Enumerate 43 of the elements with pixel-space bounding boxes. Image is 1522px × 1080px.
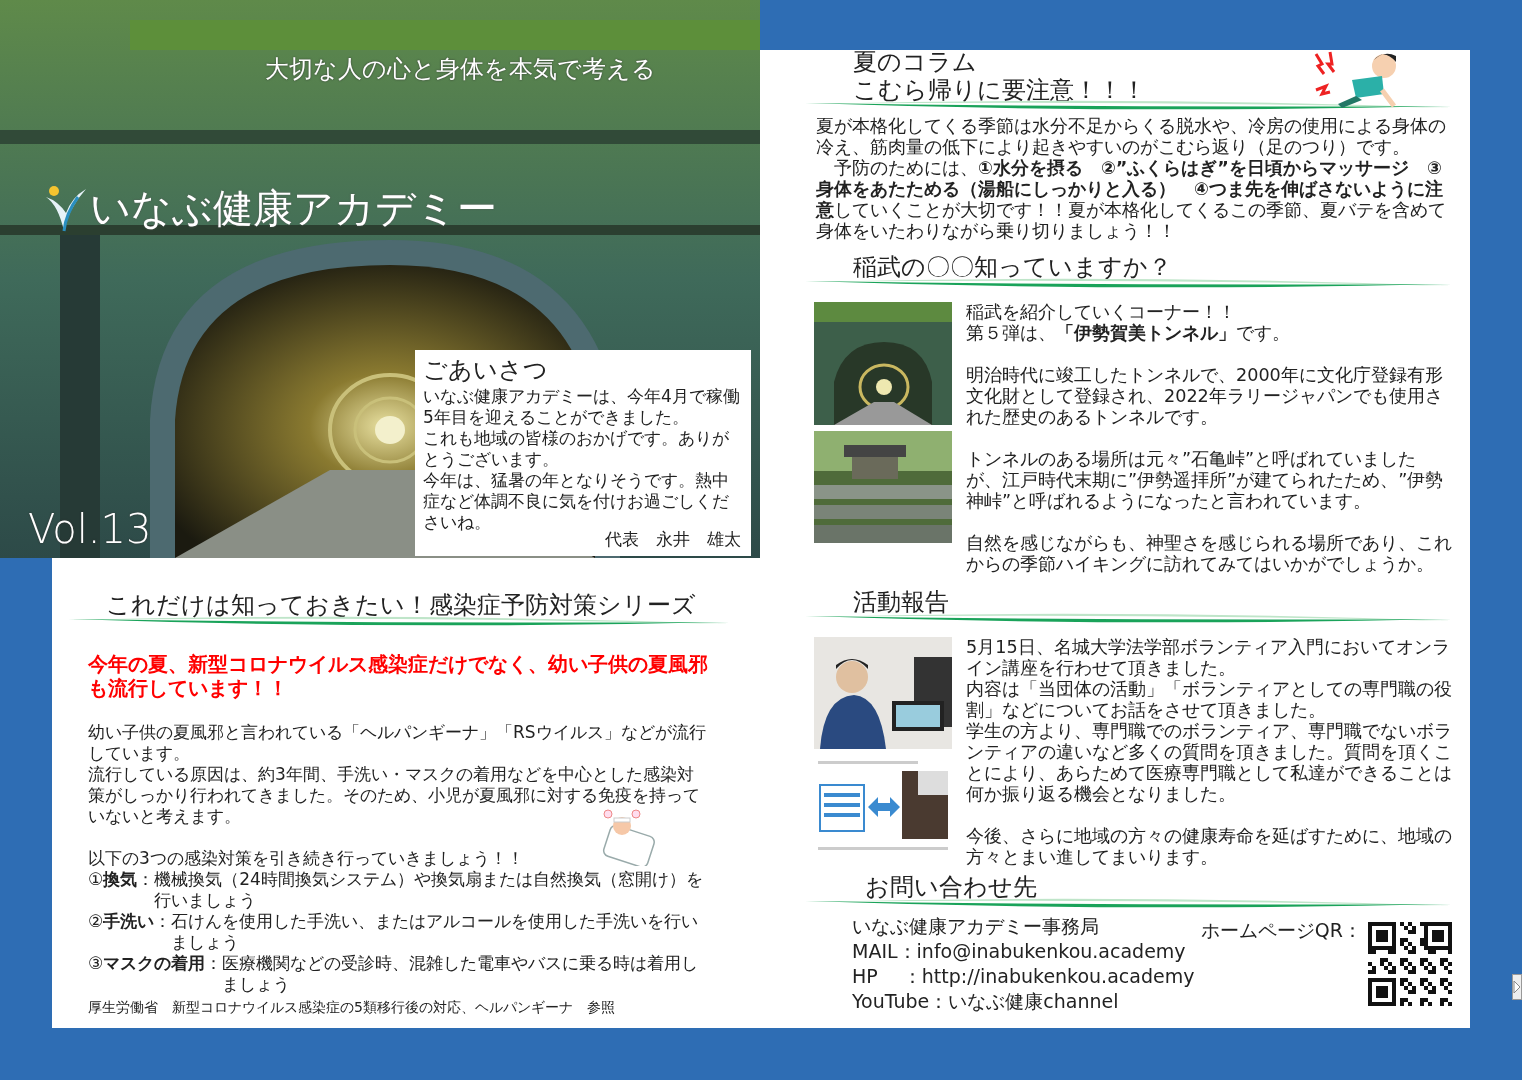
measure-text: 機械換気（24時間換気システム）や換気扇または自然換気（窓開け）を行いましょう [154,869,704,911]
measure-text: 石けんを使用した手洗い、またはアルコールを使用した手洗いを行いましょう [171,911,700,953]
body-text: 明治時代に竣工したトンネルで、2000年に文化庁登録有形文化財として登録され、2022年ラリージャパンでも使用された歴史のあるトンネルです。 [966,365,1444,428]
qr-label: ホームページQR： [1199,918,1362,943]
body-text: 以下の3つの感染対策を引き続き行っていきましょう！！ [87,848,525,869]
column-text: 予防のためには、①水分を摂る ②”ふくらはぎ”を日頃からマッサージ ③身体をあたためる（湯船にしっかりと入る） ④つま先を伸ばさないように注意していくことが大切です！！夏が本格化してくるこの季節、夏バテを含めて身体をいたわりながら乗り切りましょう！！ [814,158,1447,242]
contact-line: いなぶ健康アカデミー事務局 [852,914,1100,939]
volume-number: Vol.13 [28,505,152,553]
section-heading: 活動報告 [852,587,950,617]
body-text: 5月15日、名城大学法学部ボランティア入門においてオンライン講座を行わせて頂きました。 [966,637,1451,679]
body-text: 流行している原因は、約3年間、手洗い・マスクの着用などを中心とした感染対策がしっかり行われてきました。そのため、小児が夏風邪に対する免疫を持っていないと考えます。 [87,764,701,827]
greeting-text: これも地域の皆様のおかげです。ありがとうございます。 [423,428,730,470]
body-text: トンネルのある場所は元々”石亀峠”と呼ばれていましたが、江戸時代末期に”伊勢遥拝所”が建てられたため、”伊勢神峠”と呼ばれるようになったと言われています。 [966,449,1445,512]
triangle-icon [1513,980,1521,994]
body-text: 幼い子供の夏風邪と言われている「ヘルパンギーナ」「RSウイルス」などが流行しています。 [87,722,707,764]
source-note: 厚生労働省 新型コロナウイルス感染症の5類移行後の対応、ヘルパンギーナ 参照 [87,998,616,1017]
contact-line: HP ：http://inabukenkou.academy [852,964,1192,989]
alert-text: 今年の夏、新型コロナウイルス感染症だけでなく、幼い子供の夏風邪も流行しています！！ [87,652,709,700]
contact-line: YouTube：いなぶ健康channel [852,989,1120,1014]
column-heading: 夏のコラム [853,48,978,76]
body-text: 学生の方より、専門職でのボランティア、専門職でないボランティアの違いなど多くの質問を頂きました。質問を頂くことにより、あらためて医療専門職として私達ができることは何か振り返る機会となりました。 [966,721,1452,805]
academy-title: いなぶ健康アカデミー [90,184,497,233]
greeting-title: ごあいさつ [423,355,549,386]
tagline-text: 大切な人の心と身体を本気で考える [265,54,656,85]
body-text: 今後、さらに地域の方々の健康寿命を延ばすために、地域の方々とまい進してまいります。 [966,826,1452,868]
body-text: 自然を感じながらも、神聖さを感じられる場所であり、これからの季節ハイキングに訪れてみてはいかがでしょうか。 [966,533,1452,575]
body-text: 内容は「当団体の活動」「ボランティアとしての専門職の役割」などについてお話をさせて頂きました。 [966,679,1452,721]
qr-code-icon [1368,922,1452,1006]
measure-text: 医療機関などの受診時、混雑した電車やバスに乗る時は着用しましょう [222,953,700,995]
body-text: 第５弾は、「伊勢賀美トンネル」です。 [966,323,1291,344]
measure-label: ②手洗い： [88,911,172,933]
measure-label: ①換気： [88,869,155,891]
column-text: 夏が本格化してくる季節は水分不足からくる脱水や、冷房の使用による身体の冷え、筋肉量の低下により起きやすいのがこむら返り（足のつり）です。 [815,116,1447,158]
contact-line: MAIL：info@inabukenkou.academy [852,939,1187,964]
next-page-button[interactable] [1512,974,1522,1000]
section-heading: 稲武の〇〇知っていますか？ [852,252,1173,282]
measure-label: ③マスクの着用： [88,953,223,975]
section-heading: これだけは知っておきたい！感染症予防対策シリーズ [105,590,697,620]
greeting-signature: 代表 永井 雄太 [605,529,741,550]
column-heading: こむら帰りに要注意！！！ [853,76,1147,104]
body-text: 稲武を紹介していくコーナー！！ [966,302,1237,323]
section-heading: お問い合わせ先 [864,872,1038,902]
greeting-text: いなぶ健康アカデミーは、今年4月で稼働5年目を迎えることができました。 [423,386,741,428]
